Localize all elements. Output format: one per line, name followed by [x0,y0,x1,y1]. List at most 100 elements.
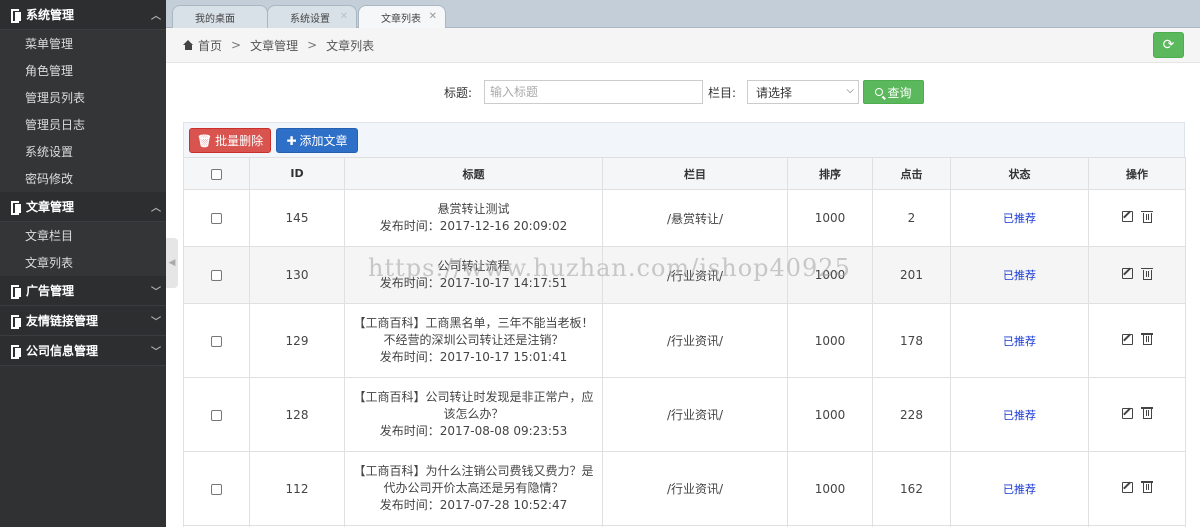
nav-group-article-header[interactable]: 文章管理 ︿ [0,192,166,222]
article-title[interactable]: 悬赏转让测试 [351,201,596,218]
status-badge[interactable]: 已推荐 [1003,335,1036,348]
article-title[interactable]: 【工商百科】工商黑名单，三年不能当老板！不经营的深圳公司转让还是注销？ [351,315,596,349]
trash-icon[interactable] [1141,481,1153,494]
sidebar-item-article-category[interactable]: 文章栏目 [0,222,166,249]
table-header-row: ID 标题 栏目 排序 点击 状态 操作 [183,157,1186,190]
column-header-clicks[interactable]: 点击 [872,157,951,190]
sidebar-item-admins[interactable]: 管理员列表 [0,84,166,111]
sidebar-item-roles[interactable]: 角色管理 [0,57,166,84]
chevron-down-icon: ﹀ [151,287,161,298]
search-icon [875,88,884,96]
sidebar-item-article-list[interactable]: 文章列表 [0,249,166,276]
trash-icon[interactable] [1141,210,1153,223]
cell-id: 145 [249,189,345,247]
article-title[interactable]: 公司转让流程 [351,258,596,275]
chevron-up-icon: ︿ [151,203,161,214]
column-header-actions: 操作 [1088,157,1186,190]
status-badge[interactable]: 已推荐 [1003,212,1036,225]
edit-icon[interactable] [1122,211,1133,223]
title-search-input[interactable] [484,80,703,104]
search-form: 标题: 栏目: 请选择 ⌵ 查询 [166,80,1200,104]
cell-clicks: 178 [872,303,951,378]
tab-system-settings[interactable]: 系统设置 ✕ [267,5,357,28]
column-header-id[interactable]: ID [249,157,345,190]
row-checkbox[interactable] [211,270,222,281]
batch-delete-label: 批量删除 [215,134,264,148]
close-icon[interactable]: ✕ [340,11,348,22]
cell-id: 128 [249,377,345,452]
breadcrumb-home[interactable]: 首页 [198,37,222,54]
title-label: 标题: [444,86,473,100]
status-badge[interactable]: 已推荐 [1003,269,1036,282]
cell-title: 【工商百科】为什么注销公司费钱又费力？是代办公司开价太高还是另有隐情？ 发布时间… [344,451,603,526]
cell-category: /行业资讯/ [602,303,788,378]
select-all-header [183,157,250,190]
nav-group-article: 文章管理 ︿ 文章栏目 文章列表 [0,192,166,276]
sidebar-item-admin-log[interactable]: 管理员日志 [0,111,166,138]
status-badge[interactable]: 已推荐 [1003,483,1036,496]
cell-title: 【工商百科】工商黑名单，三年不能当老板！不经营的深圳公司转让还是注销？ 发布时间… [344,303,603,378]
home-icon [183,40,194,50]
publish-time: 发布时间：2017-12-16 20:09:02 [379,219,568,233]
cell-category: /行业资讯/ [602,377,788,452]
plus-icon: ✚ [286,133,297,148]
article-table: ID 标题 栏目 排序 点击 状态 操作 145 悬赏转让测试 发布时间：201… [183,157,1186,527]
cell-category: /悬赏转让/ [602,189,788,247]
breadcrumb: 首页 > 文章管理 > 文章列表 ⟳ [166,28,1200,63]
row-checkbox[interactable] [211,213,222,224]
column-header-sort[interactable]: 排序 [787,157,873,190]
column-header-category: 栏目 [602,157,788,190]
cell-sort: 1000 [787,189,873,247]
cell-sort: 1000 [787,246,873,304]
select-all-checkbox[interactable] [211,168,222,180]
folder-icon [10,344,22,359]
nav-group-system-header[interactable]: 系统管理 ︿ [0,0,166,30]
table-row: 112 【工商百科】为什么注销公司费钱又费力？是代办公司开价太高还是另有隐情？ … [183,451,1186,526]
tab-article-list[interactable]: 文章列表 ✕ [358,5,446,29]
edit-icon[interactable] [1122,481,1133,493]
sidebar-collapse-handle[interactable]: ◀ [166,238,178,288]
status-badge[interactable]: 已推荐 [1003,409,1036,422]
trash-icon[interactable] [1141,267,1153,280]
cell-id: 130 [249,246,345,304]
row-checkbox[interactable] [211,409,222,421]
query-button[interactable]: 查询 [863,80,924,104]
cell-sort: 1000 [787,303,873,378]
add-article-button[interactable]: ✚ 添加文章 [276,128,358,153]
category-label: 栏目: [708,86,737,100]
table-row: 129 【工商百科】工商黑名单，三年不能当老板！不经营的深圳公司转让还是注销？ … [183,303,1186,378]
folder-icon [10,200,22,215]
category-select[interactable]: 请选择 ⌵ [747,80,859,104]
row-checkbox[interactable] [211,335,222,347]
table-row: 145 悬赏转让测试 发布时间：2017-12-16 20:09:02 /悬赏转… [183,189,1186,247]
cell-title: 悬赏转让测试 发布时间：2017-12-16 20:09:02 [344,189,603,247]
refresh-button[interactable]: ⟳ [1153,32,1184,58]
trash-icon: 🗑 [196,133,213,148]
row-checkbox[interactable] [211,483,222,495]
article-title[interactable]: 【工商百科】为什么注销公司费钱又费力？是代办公司开价太高还是另有隐情？ [351,463,596,497]
tab-desktop[interactable]: 我的桌面 [172,5,268,28]
sidebar-item-settings[interactable]: 系统设置 [0,138,166,165]
nav-group-company-header[interactable]: 公司信息管理 ﹀ [0,336,166,366]
sidebar-item-menu[interactable]: 菜单管理 [0,30,166,57]
nav-group-ads-header[interactable]: 广告管理 ﹀ [0,276,166,306]
edit-icon[interactable] [1122,407,1133,419]
breadcrumb-separator: > [231,38,242,52]
article-title[interactable]: 【工商百科】公司转让时发现是非正常户，应该怎么办？ [351,389,596,423]
nav-group-label: 系统管理 [26,8,75,22]
column-header-title: 标题 [344,157,603,190]
cell-clicks: 2 [872,189,951,247]
trash-icon[interactable] [1141,407,1153,420]
sidebar: 系统管理 ︿ 菜单管理 角色管理 管理员列表 管理员日志 系统设置 密码修改 文… [0,0,166,527]
breadcrumb-article-management[interactable]: 文章管理 [250,37,298,54]
sidebar-item-password[interactable]: 密码修改 [0,165,166,192]
publish-time: 发布时间：2017-10-17 14:17:51 [379,276,568,290]
close-icon[interactable]: ✕ [429,11,437,22]
cell-category: /行业资讯/ [602,246,788,304]
nav-group-links-header[interactable]: 友情链接管理 ﹀ [0,306,166,336]
edit-icon[interactable] [1122,268,1133,280]
batch-delete-button[interactable]: 🗑 批量删除 [189,128,271,153]
trash-icon[interactable] [1141,333,1153,346]
nav-group-label: 广告管理 [26,284,75,298]
edit-icon[interactable] [1122,333,1133,345]
